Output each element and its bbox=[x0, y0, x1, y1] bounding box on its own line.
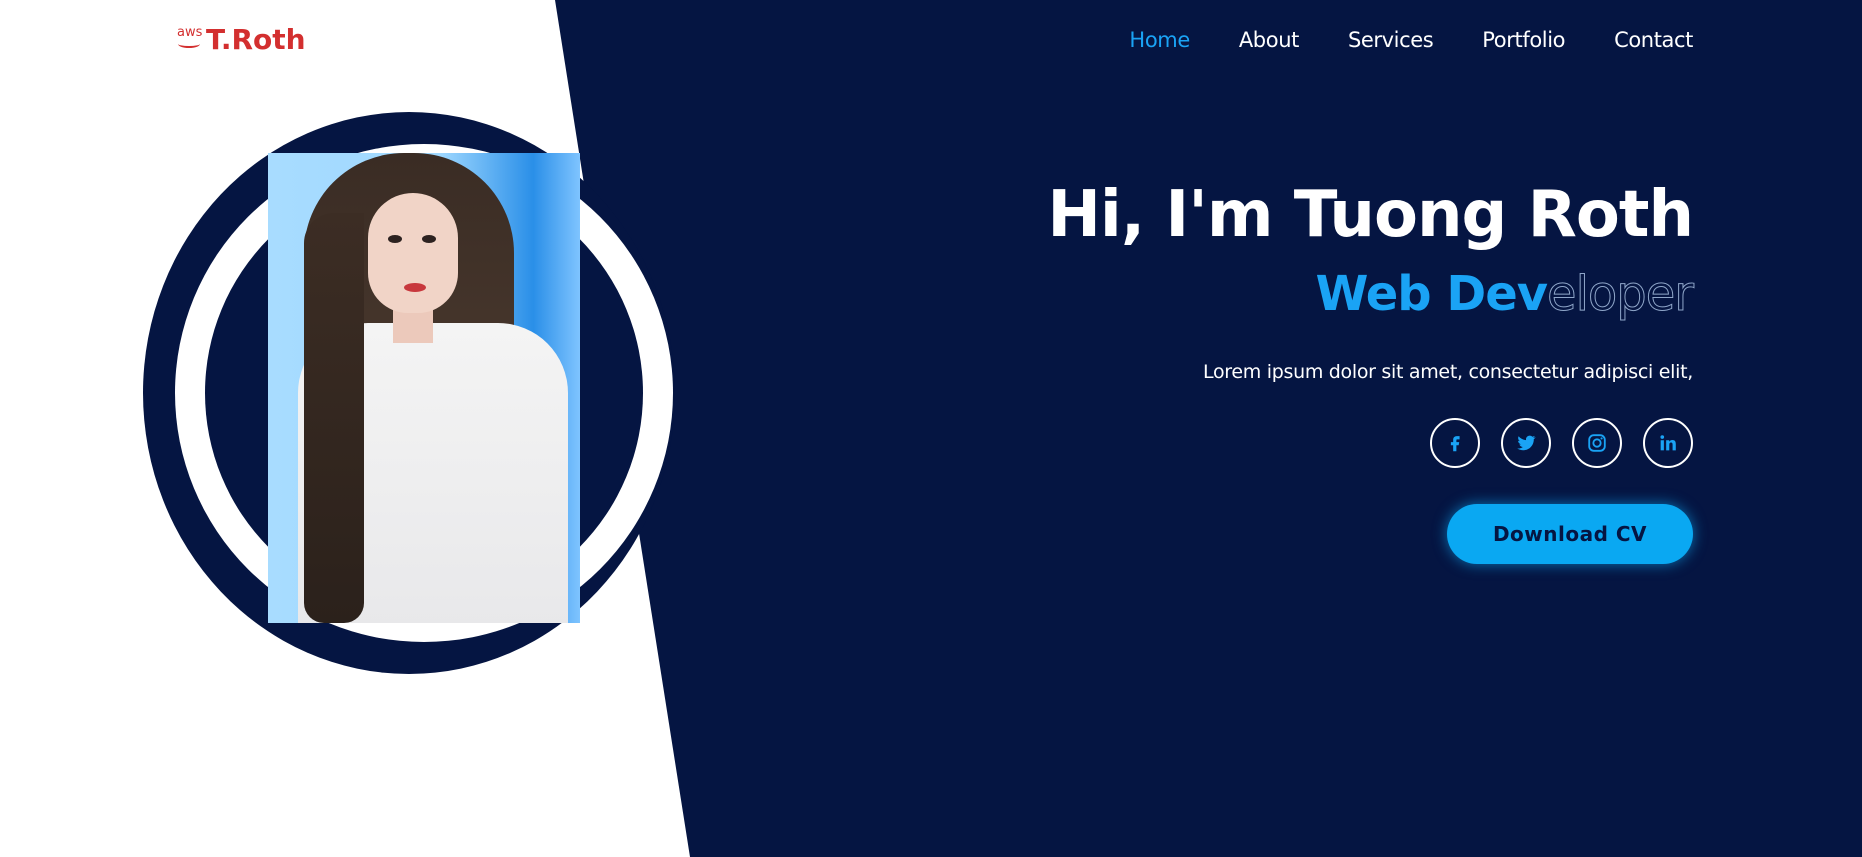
social-links bbox=[1430, 418, 1693, 468]
instagram-icon bbox=[1588, 434, 1606, 452]
hero-role-filled: Web Dev bbox=[1315, 266, 1548, 322]
logo-name: T.Roth bbox=[206, 23, 306, 56]
nav-portfolio[interactable]: Portfolio bbox=[1482, 24, 1565, 56]
facebook-icon bbox=[1450, 436, 1460, 452]
twitter-icon bbox=[1517, 435, 1536, 451]
nav-services[interactable]: Services bbox=[1348, 24, 1434, 56]
hero-description: Lorem ipsum dolor sit amet, consectetur … bbox=[1203, 361, 1693, 383]
nav-contact[interactable]: Contact bbox=[1614, 24, 1693, 56]
main-nav: Home About Services Portfolio Contact bbox=[1129, 24, 1693, 56]
instagram-link[interactable] bbox=[1572, 418, 1622, 468]
site-logo[interactable]: aws T.Roth bbox=[175, 20, 306, 60]
profile-photo bbox=[268, 153, 580, 623]
twitter-link[interactable] bbox=[1501, 418, 1551, 468]
aws-logo-icon: aws bbox=[175, 26, 205, 56]
download-cv-button[interactable]: Download CV bbox=[1447, 504, 1693, 564]
hero-title: Hi, I'm Tuong Roth bbox=[1047, 178, 1694, 252]
linkedin-link[interactable] bbox=[1643, 418, 1693, 468]
facebook-link[interactable] bbox=[1430, 418, 1480, 468]
hero-role-outline: eloper bbox=[1547, 266, 1695, 323]
linkedin-icon bbox=[1660, 435, 1676, 451]
nav-about[interactable]: About bbox=[1239, 24, 1299, 56]
hero-role: Web Developer bbox=[1315, 262, 1695, 326]
logo-badge: aws bbox=[177, 25, 203, 40]
nav-home[interactable]: Home bbox=[1129, 24, 1190, 56]
